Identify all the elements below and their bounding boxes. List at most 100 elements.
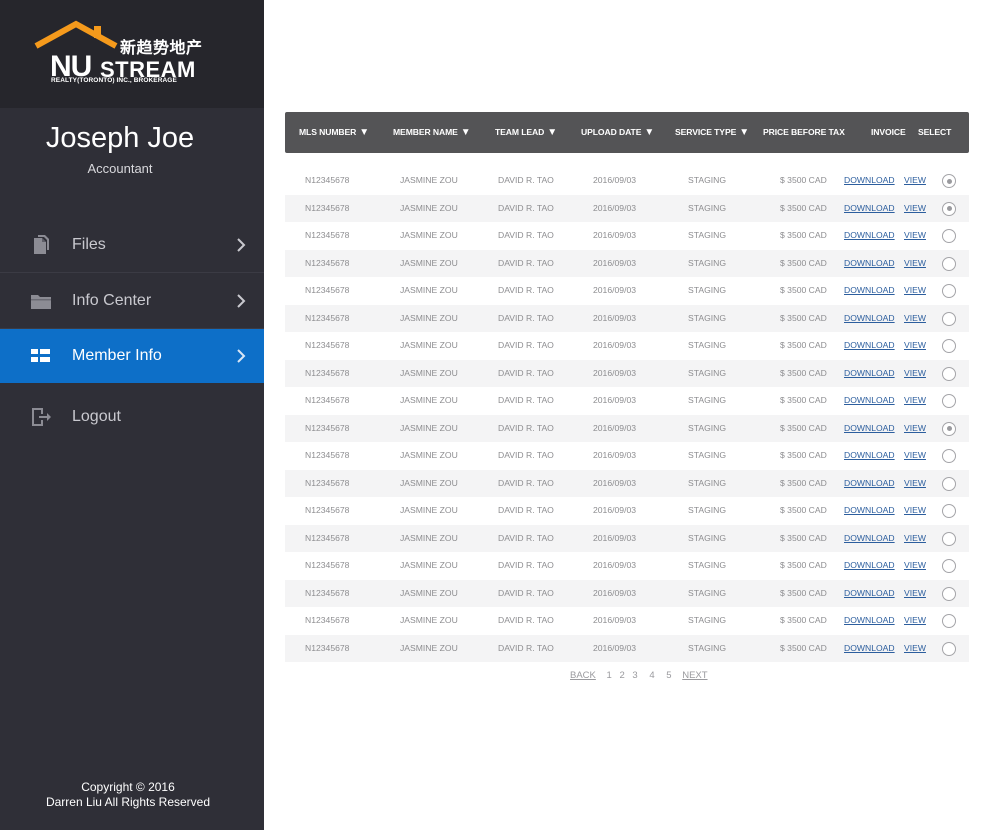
column-header-upload-date[interactable]: UPLOAD DATE ▼ — [581, 112, 654, 153]
cell-team-lead: DAVID R. TAO — [498, 505, 554, 515]
view-link[interactable]: VIEW — [904, 167, 926, 195]
view-link[interactable]: VIEW — [904, 607, 926, 635]
cell-service-type: STAGING — [688, 340, 727, 350]
download-link[interactable]: DOWNLOAD — [844, 442, 895, 470]
download-link[interactable]: DOWNLOAD — [844, 580, 895, 608]
download-link[interactable]: DOWNLOAD — [844, 607, 895, 635]
view-link[interactable]: VIEW — [904, 250, 926, 278]
select-radio[interactable] — [942, 366, 956, 381]
pagination-back-link[interactable]: BACK — [570, 670, 596, 681]
pagination-page-1[interactable]: 1 — [607, 670, 612, 681]
download-link[interactable]: DOWNLOAD — [844, 525, 895, 553]
view-link[interactable]: VIEW — [904, 332, 926, 360]
select-radio[interactable] — [942, 476, 956, 491]
select-radio[interactable] — [942, 339, 956, 353]
cell-service-type: STAGING — [688, 175, 727, 185]
cell-service-type: STAGING — [688, 532, 727, 543]
table-body: N12345678 JASMINE ZOU DAVID R. TAO 2016/09/… — [285, 167, 969, 662]
download-link[interactable]: DOWNLOAD — [844, 387, 895, 415]
select-radio[interactable] — [942, 311, 956, 326]
download-link[interactable]: DOWNLOAD — [844, 277, 895, 305]
sidebar-item-info-center[interactable]: Info Center — [0, 273, 264, 329]
cell-price: $ 3500 CAD — [780, 642, 827, 653]
view-link[interactable]: VIEW — [904, 442, 926, 470]
sidebar-item-label: Member Info — [72, 346, 162, 364]
sort-down-icon: ▼ — [739, 127, 750, 138]
column-header-service-type[interactable]: SERVICE TYPE ▼ — [675, 112, 749, 153]
select-radio[interactable] — [942, 559, 956, 573]
cell-mls-number: N12345678 — [305, 560, 350, 570]
download-link[interactable]: DOWNLOAD — [844, 415, 895, 443]
select-radio[interactable] — [942, 449, 956, 463]
cell-upload-date: 2016/09/03 — [593, 230, 637, 240]
header-label: SERVICE TYPE — [675, 127, 737, 137]
view-link[interactable]: VIEW — [904, 580, 926, 608]
view-link[interactable]: VIEW — [904, 635, 926, 663]
select-radio[interactable] — [942, 586, 956, 601]
cell-team-lead: DAVID R. TAO — [498, 202, 554, 213]
column-header-team-lead[interactable]: TEAM LEAD ▼ — [495, 112, 557, 153]
sidebar-item-files[interactable]: Files — [0, 217, 264, 273]
sidebar-nav: Files Info Center Member Info Logout — [0, 217, 264, 445]
user-name: Joseph Joe — [45, 122, 195, 154]
column-header-price[interactable]: PRICE BEFORE TAX — [763, 112, 845, 153]
table-row: N12345678 JASMINE ZOU DAVID R. TAO 2016/09/… — [285, 442, 969, 470]
download-link[interactable]: DOWNLOAD — [844, 305, 895, 333]
pagination-next-link[interactable]: NEXT — [682, 670, 707, 681]
pagination-page-3[interactable]: 3 — [632, 670, 637, 681]
view-link[interactable]: VIEW — [904, 195, 926, 223]
select-radio[interactable] — [942, 614, 956, 628]
cell-service-type: STAGING — [688, 587, 727, 598]
cell-team-lead: DAVID R. TAO — [498, 395, 554, 405]
select-radio[interactable] — [942, 394, 956, 408]
download-link[interactable]: DOWNLOAD — [844, 250, 895, 278]
download-link[interactable]: DOWNLOAD — [844, 552, 895, 580]
select-radio[interactable] — [942, 284, 956, 298]
cell-member-name: JASMINE ZOU — [400, 505, 458, 515]
table-row: N12345678 JASMINE ZOU DAVID R. TAO 2016/09/… — [285, 387, 969, 415]
brand-logo[interactable]: 新趋势地产 NU STREAM REALTY(TORONTO) INC., BR… — [34, 20, 204, 88]
table-row: N12345678 JASMINE ZOU DAVID R. TAO 2016/09/… — [285, 497, 969, 525]
download-link[interactable]: DOWNLOAD — [844, 332, 895, 360]
view-link[interactable]: VIEW — [904, 415, 926, 443]
download-link[interactable]: DOWNLOAD — [844, 195, 895, 223]
cell-mls-number: N12345678 — [305, 285, 350, 295]
view-link[interactable]: VIEW — [904, 305, 926, 333]
view-link[interactable]: VIEW — [904, 525, 926, 553]
cell-upload-date: 2016/09/03 — [593, 312, 637, 323]
view-link[interactable]: VIEW — [904, 470, 926, 498]
cell-mls-number: N12345678 — [305, 587, 350, 598]
select-radio[interactable] — [942, 641, 956, 656]
column-header-mls-number[interactable]: MLS NUMBER ▼ — [299, 112, 369, 153]
view-link[interactable]: VIEW — [904, 552, 926, 580]
pagination-page-5[interactable]: 5 — [666, 670, 671, 681]
cell-price: $ 3500 CAD — [780, 175, 827, 185]
download-link[interactable]: DOWNLOAD — [844, 497, 895, 525]
select-radio[interactable] — [942, 256, 956, 271]
view-link[interactable]: VIEW — [904, 497, 926, 525]
cell-mls-number: N12345678 — [305, 202, 350, 213]
column-header-member-name[interactable]: MEMBER NAME ▼ — [393, 112, 471, 153]
download-link[interactable]: DOWNLOAD — [844, 167, 895, 195]
view-link[interactable]: VIEW — [904, 277, 926, 305]
cell-upload-date: 2016/09/03 — [593, 615, 637, 625]
download-link[interactable]: DOWNLOAD — [844, 360, 895, 388]
table-header: MLS NUMBER ▼ MEMBER NAME ▼ TEAM LEAD ▼ UPLO… — [285, 112, 969, 153]
download-link[interactable]: DOWNLOAD — [844, 470, 895, 498]
select-radio[interactable] — [942, 229, 956, 243]
view-link[interactable]: VIEW — [904, 222, 926, 250]
select-radio[interactable] — [942, 201, 956, 216]
select-radio[interactable] — [942, 421, 956, 436]
download-link[interactable]: DOWNLOAD — [844, 222, 895, 250]
pagination-page-2[interactable]: 2 — [619, 670, 624, 681]
pagination-page-4[interactable]: 4 — [649, 670, 654, 681]
select-radio[interactable] — [942, 174, 956, 188]
view-link[interactable]: VIEW — [904, 387, 926, 415]
select-radio[interactable] — [942, 504, 956, 518]
sidebar-item-member-info[interactable]: Member Info — [0, 329, 264, 383]
cell-upload-date: 2016/09/03 — [593, 477, 637, 488]
view-link[interactable]: VIEW — [904, 360, 926, 388]
select-radio[interactable] — [942, 531, 956, 546]
download-link[interactable]: DOWNLOAD — [844, 635, 895, 663]
sidebar-item-logout[interactable]: Logout — [0, 389, 264, 445]
